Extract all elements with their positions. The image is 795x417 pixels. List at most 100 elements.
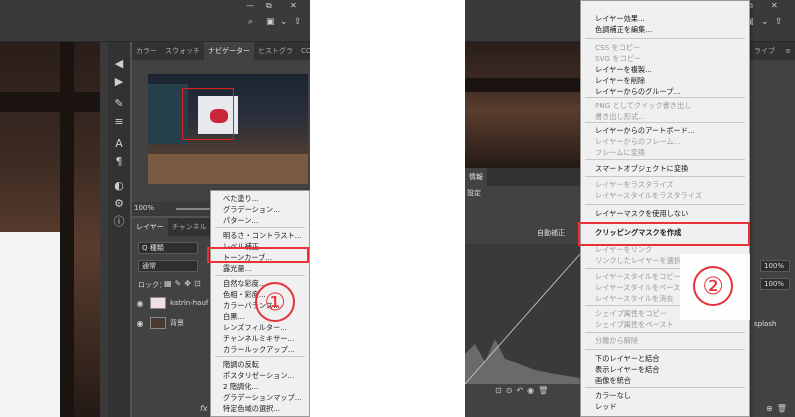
eye-icon[interactable]: ◉ <box>134 319 146 328</box>
layer-footer-icons[interactable]: ⊕🗑 <box>766 404 791 413</box>
navigator-preview[interactable] <box>148 74 308 184</box>
menu-item[interactable]: レイヤーマスクを使用しない <box>581 208 749 219</box>
menu-item[interactable]: PNG としてクイック書き出し <box>581 100 749 111</box>
menu-item[interactable]: レイヤーからのグループ... <box>581 86 749 97</box>
menu-item[interactable]: グラデーション... <box>211 204 309 215</box>
tab-info[interactable]: 情報 <box>465 168 487 186</box>
properties-icon[interactable]: ⚙ <box>111 196 127 212</box>
tab-navigator[interactable]: ナビゲーター <box>204 42 254 60</box>
photo-background <box>465 42 580 168</box>
menu-item[interactable]: レイヤー効果... <box>581 13 749 24</box>
curves-graph[interactable] <box>465 244 580 384</box>
document-canvas[interactable] <box>0 42 100 417</box>
info-icon[interactable]: ⓘ <box>111 214 127 230</box>
menu-item[interactable]: グラデーションマップ... <box>211 392 309 403</box>
menu-item[interactable]: フレームに変換 <box>581 147 749 158</box>
menu-item[interactable]: CSS をコピー <box>581 42 749 53</box>
close-icon[interactable]: ✕ <box>771 0 778 12</box>
color-icon[interactable]: ◐ <box>111 178 127 194</box>
curves-footer-icons[interactable]: ⊡⊙↶◉🗑 <box>495 386 552 395</box>
tab-swatches[interactable]: スウォッチ <box>161 42 204 60</box>
tab-channels[interactable]: チャンネル <box>168 218 211 236</box>
menu-item[interactable]: レイヤーを削除 <box>581 75 749 86</box>
paragraph-icon[interactable]: ¶ <box>111 154 127 170</box>
tab-layers[interactable]: レイヤー <box>132 218 168 236</box>
step-number-badge: ② <box>693 266 733 306</box>
eye-icon[interactable]: ◉ <box>134 299 146 308</box>
blend-mode-select[interactable]: 通常 <box>138 260 198 272</box>
menu-separator <box>585 387 745 388</box>
close-icon[interactable]: ✕ <box>290 0 297 12</box>
chevron-down-icon[interactable]: ⌄ <box>280 16 288 28</box>
side-panel-tabs: ライブ ≡ <box>750 42 795 60</box>
brush-settings-icon[interactable]: ✎ <box>111 96 127 112</box>
menu-item[interactable]: レイヤーを複製... <box>581 64 749 75</box>
menu-item[interactable]: レイヤーからのフレーム... <box>581 136 749 147</box>
tab-color[interactable]: カラー <box>132 42 161 60</box>
document-canvas[interactable] <box>465 42 580 168</box>
menu-item[interactable]: 露光量... <box>211 263 309 274</box>
minimize-icon[interactable]: — <box>246 0 254 12</box>
navigator-view-box[interactable] <box>182 88 234 140</box>
tab-cc-libraries[interactable]: ライブ <box>750 42 779 60</box>
menu-item[interactable]: スマートオブジェクトに変換 <box>581 163 749 174</box>
share-icon[interactable]: ⇪ <box>294 16 302 28</box>
menu-item[interactable]: 書き出し形式... <box>581 111 749 122</box>
restore-icon[interactable]: ⧉ <box>266 0 272 12</box>
curves-preset[interactable]: 設定 <box>467 188 481 198</box>
opacity-field[interactable]: 100% <box>760 260 790 272</box>
lock-icons[interactable]: ▦✎✥⊡ <box>164 279 204 288</box>
menu-item[interactable]: 分離から解除 <box>581 335 749 346</box>
menu-item[interactable]: 特定色域の選択... <box>211 403 309 414</box>
play-icon[interactable]: ◀ <box>111 56 127 72</box>
chevron-down-icon[interactable]: ⌄ <box>761 16 769 28</box>
play-icon[interactable]: ▶ <box>111 74 127 90</box>
menu-item[interactable]: チャンネルミキサー... <box>211 333 309 344</box>
menu-item[interactable]: 2 階調化... <box>211 381 309 392</box>
menu-item[interactable]: ポスタリゼーション... <box>211 370 309 381</box>
fill-field[interactable]: 100% <box>760 278 790 290</box>
menu-separator <box>585 349 745 350</box>
share-icon[interactable]: ⇪ <box>775 16 783 28</box>
menu-separator <box>585 97 745 98</box>
menu-item[interactable]: レイヤーをラスタライズ <box>581 179 749 190</box>
layer-thumbnail <box>150 297 166 309</box>
menu-item[interactable]: 表示レイヤーを結合 <box>581 364 749 375</box>
menu-item[interactable]: 色調補正を編集... <box>581 24 749 35</box>
menu-item[interactable]: べた塗り... <box>211 193 309 204</box>
menu-separator <box>585 122 745 123</box>
menu-item[interactable]: レッド <box>581 401 749 412</box>
character-icon[interactable]: A <box>111 136 127 152</box>
panel-menu-icon[interactable]: ≡ <box>781 42 795 60</box>
menu-item[interactable]: レイヤーからのアートボード... <box>581 125 749 136</box>
menu-item[interactable]: 画像を統合 <box>581 375 749 386</box>
menu-item[interactable]: 明るさ・コントラスト... <box>211 230 309 241</box>
photo-pillar <box>60 42 74 417</box>
layer-name[interactable]: katrin-hauf <box>170 299 208 307</box>
menu-item[interactable]: 階調の反転 <box>211 359 309 370</box>
tab-cc-libraries[interactable]: CC ライブ <box>297 42 310 60</box>
workspace-icon[interactable]: ▣ <box>266 16 275 28</box>
menu-separator <box>215 275 305 276</box>
layer-filter-select[interactable]: Q 種類 <box>138 242 198 254</box>
adjust-icon[interactable]: ≡ <box>111 114 127 130</box>
menu-item[interactable]: レンズフィルター... <box>211 322 309 333</box>
panel-tabs: カラー スウォッチ ナビゲーター ヒストグラ CC ライブ ≡ <box>132 42 310 60</box>
side-panels: ライブ ≡ 100% 100% splash ⊕🗑 <box>750 42 795 417</box>
menu-item[interactable]: カラールックアップ... <box>211 344 309 355</box>
fx-icon[interactable]: fx <box>200 404 208 413</box>
search-icon[interactable]: ⌕ <box>248 16 253 28</box>
zoom-value[interactable]: 100% <box>134 204 154 212</box>
canvas-scrollbar[interactable] <box>100 42 108 417</box>
layer-name[interactable]: splash <box>754 320 776 328</box>
preview-floor <box>148 154 308 184</box>
menu-item[interactable]: シェイプ属性をペースト <box>581 319 749 330</box>
menu-item[interactable]: パターン... <box>211 215 309 226</box>
tab-histogram[interactable]: ヒストグラ <box>254 42 297 60</box>
auto-button[interactable]: 自動補正 <box>537 228 565 238</box>
layer-name[interactable]: 背景 <box>170 318 184 328</box>
menu-item[interactable]: SVG をコピー <box>581 53 749 64</box>
menu-item[interactable]: レイヤースタイルをラスタライズ <box>581 190 749 201</box>
menu-item[interactable]: カラーなし <box>581 390 749 401</box>
menu-item[interactable]: 下のレイヤーと結合 <box>581 353 749 364</box>
